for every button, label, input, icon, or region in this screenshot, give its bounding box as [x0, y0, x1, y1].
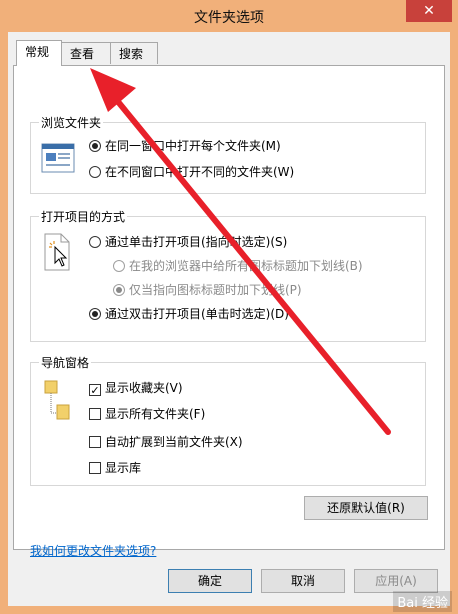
click-cursor-icon	[44, 233, 70, 271]
open-items-group: 打开项目的方式 通过单击打开项目(指向时选定)(S) 在我的浏览器中给所有图标标…	[30, 208, 426, 342]
checkbox-label: 自动扩展到当前文件夹(X)	[105, 435, 243, 449]
apply-button[interactable]: 应用(A)	[354, 569, 438, 593]
tab-search[interactable]: 搜索	[110, 42, 158, 64]
radio-label: 在同一窗口中打开每个文件夹(M)	[105, 139, 281, 153]
radio-indicator[interactable]	[89, 308, 101, 320]
radio-same-window[interactable]: 在同一窗口中打开每个文件夹(M)	[89, 137, 281, 155]
checkbox-label: 显示库	[105, 461, 142, 475]
folder-options-window: 文件夹选项 ✕ 常规 查看 搜索 浏览文件夹 在同一窗口中打开每个文件夹(M)	[0, 0, 458, 614]
browse-folders-title: 浏览文件夹	[39, 114, 104, 131]
folder-tree-icon	[44, 380, 70, 420]
tab-general[interactable]: 常规	[16, 40, 62, 66]
general-tab-panel: 浏览文件夹 在同一窗口中打开每个文件夹(M) 在不同窗口中打开不同的文件夹(W)	[13, 65, 445, 558]
close-button[interactable]: ✕	[406, 0, 452, 22]
radio-label: 仅当指向图标标题时加下划线(P)	[129, 283, 302, 297]
checkbox-show-all-folders[interactable]: 显示所有文件夹(F)	[89, 405, 205, 423]
checkbox-label: 显示收藏夹(V)	[105, 381, 183, 395]
watermark: Bai 经验	[393, 591, 452, 612]
radio-label: 通过双击打开项目(单击时选定)(D)	[105, 307, 289, 321]
navigation-pane-group: 导航窗格 ✓ 显示收藏夹(V) 显示所有文件夹(F) 自动扩展到当前文件夹(X) …	[30, 354, 426, 486]
open-items-title: 打开项目的方式	[39, 208, 128, 225]
radio-underline-hover[interactable]: 仅当指向图标标题时加下划线(P)	[113, 281, 302, 299]
tab-view[interactable]: 查看	[61, 42, 111, 64]
radio-indicator[interactable]	[113, 260, 125, 272]
checkbox-label: 显示所有文件夹(F)	[105, 407, 206, 421]
radio-single-click[interactable]: 通过单击打开项目(指向时选定)(S)	[89, 233, 287, 251]
window-title: 文件夹选项	[194, 10, 264, 26]
cancel-button[interactable]: 取消	[261, 569, 345, 593]
ok-button[interactable]: 确定	[168, 569, 252, 593]
checkbox-auto-expand[interactable]: 自动扩展到当前文件夹(X)	[89, 433, 243, 451]
radio-indicator[interactable]	[89, 166, 101, 178]
navigation-pane-title: 导航窗格	[39, 354, 92, 371]
radio-double-click[interactable]: 通过双击打开项目(单击时选定)(D)	[89, 305, 289, 323]
radio-underline-always[interactable]: 在我的浏览器中给所有图标标题加下划线(B)	[113, 257, 363, 275]
radio-indicator[interactable]	[113, 284, 125, 296]
checkbox-indicator[interactable]	[89, 436, 101, 448]
radio-indicator[interactable]	[89, 236, 101, 248]
browse-folders-group: 浏览文件夹 在同一窗口中打开每个文件夹(M) 在不同窗口中打开不同的文件夹(W)	[30, 114, 426, 194]
radio-label: 在我的浏览器中给所有图标标题加下划线(B)	[129, 259, 363, 273]
radio-different-window[interactable]: 在不同窗口中打开不同的文件夹(W)	[89, 163, 294, 181]
dialog-client-area: 常规 查看 搜索 浏览文件夹 在同一窗口中打开每个文件夹(M) 在不同窗口中打开…	[8, 32, 450, 606]
checkbox-indicator[interactable]	[89, 408, 101, 420]
checkbox-show-libraries[interactable]: 显示库	[89, 459, 141, 477]
radio-label: 在不同窗口中打开不同的文件夹(W)	[105, 165, 295, 179]
checkbox-indicator[interactable]: ✓	[89, 384, 101, 396]
restore-defaults-button[interactable]: 还原默认值(R)	[304, 496, 428, 520]
radio-label: 通过单击打开项目(指向时选定)(S)	[105, 235, 288, 249]
radio-indicator[interactable]	[89, 140, 101, 152]
checkbox-show-favorites[interactable]: ✓ 显示收藏夹(V)	[89, 379, 183, 397]
title-bar[interactable]: 文件夹选项 ✕	[0, 0, 458, 32]
checkbox-indicator[interactable]	[89, 462, 101, 474]
help-link[interactable]: 我如何更改文件夹选项?	[30, 542, 156, 559]
folder-window-icon	[41, 143, 75, 173]
